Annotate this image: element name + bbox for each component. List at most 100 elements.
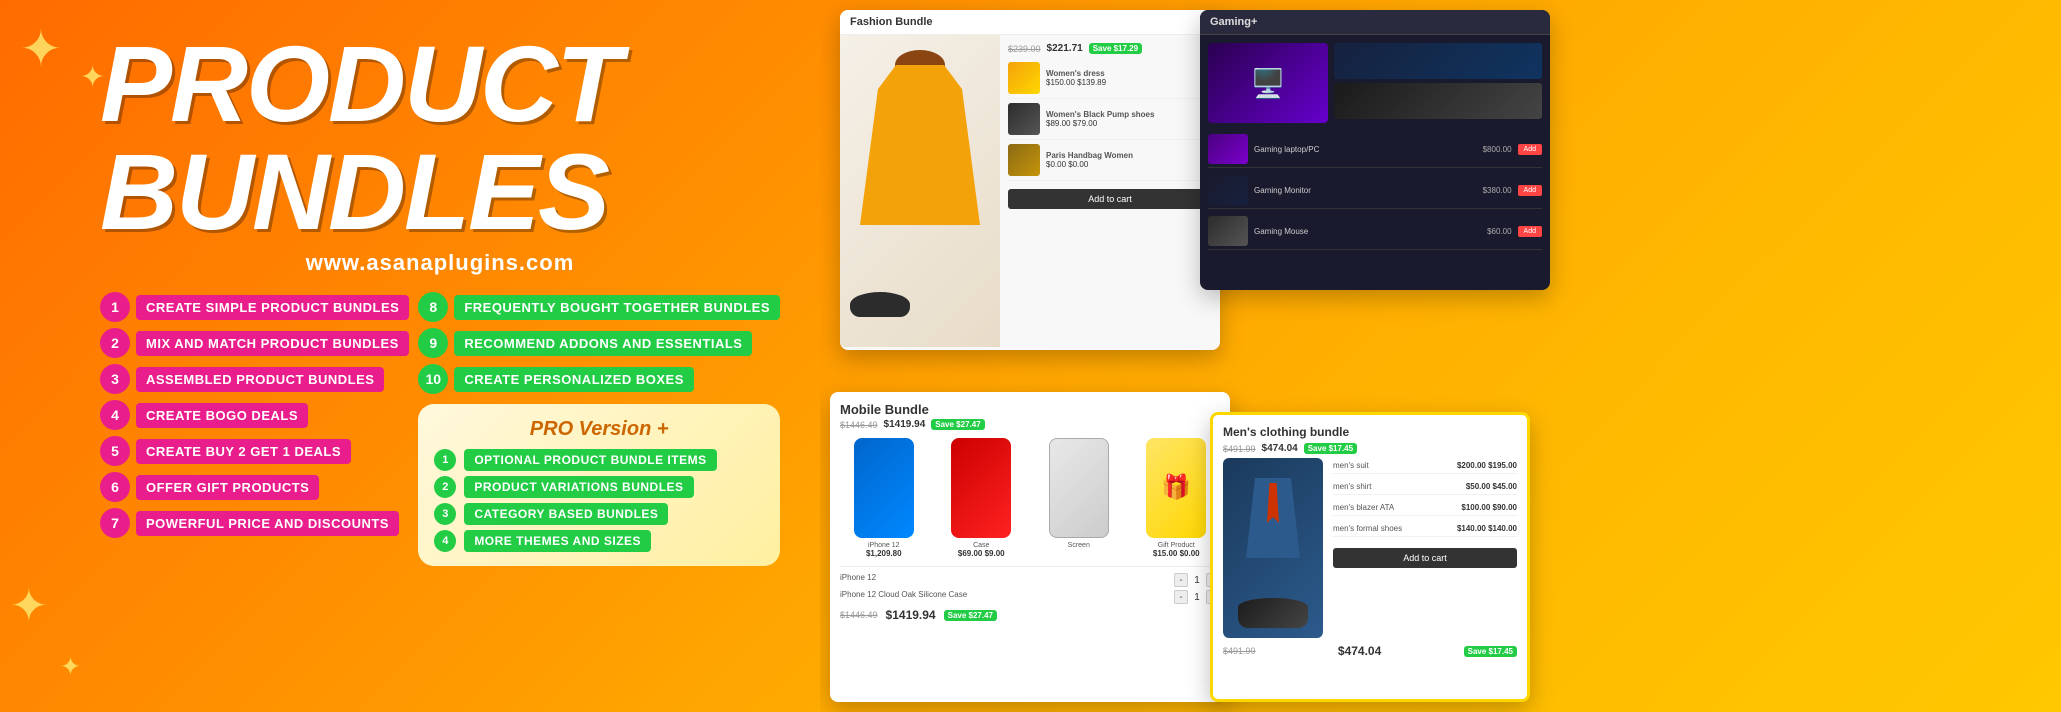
- pro-label-3: CATEGORY BASED BUNDLES: [464, 503, 668, 525]
- shoes-decoration: [850, 292, 910, 317]
- pro-number-2: 2: [434, 476, 456, 498]
- pro-label-2: PRODUCT VARIATIONS BUNDLES: [464, 476, 693, 498]
- feature-item-10: 10 CREATE PERSONALIZED BOXES: [418, 364, 780, 394]
- mobile-total-old: $1446.49: [840, 610, 878, 620]
- screenshots-area: Fashion Bundle $239.00 $221.71 Save $17.…: [820, 0, 2061, 712]
- feature-number-2: 2: [100, 328, 130, 358]
- features-wrapper: 1 CREATE SIMPLE PRODUCT BUNDLES 2 MIX AN…: [100, 292, 780, 566]
- gaming-add-btn-1[interactable]: Add: [1518, 144, 1542, 155]
- right-features-column: 8 FREQUENTLY BOUGHT TOGETHER BUNDLES 9 R…: [418, 292, 780, 566]
- mobile-inner: Mobile Bundle $1446.49 $1419.94 Save $27…: [830, 392, 1230, 632]
- feature-label-5: CREATE BUY 2 GET 1 DEALS: [136, 439, 351, 464]
- feature-label-2: MIX AND MATCH PRODUCT BUNDLES: [136, 331, 409, 356]
- gaming-product-3-price: $60.00: [1487, 227, 1511, 236]
- feature-number-3: 3: [100, 364, 130, 394]
- mens-footer-old: $491.99: [1223, 646, 1256, 656]
- mens-item-3-name: men's blazer ATA: [1333, 503, 1394, 512]
- gaming-image-1: 🖥️: [1208, 43, 1328, 123]
- fashion-product-2-name: Women's Black Pump shoes: [1046, 110, 1212, 119]
- gaming-add-btn-3[interactable]: Add: [1518, 226, 1542, 237]
- mens-inner: Men's clothing bundle $491.99 $474.04 Sa…: [1213, 415, 1527, 668]
- mens-item-3-price: $100.00 $90.00: [1461, 503, 1517, 512]
- fashion-details: $239.00 $221.71 Save $17.29 Women's dres…: [1000, 35, 1220, 347]
- gaming-product-2: Gaming Monitor $380.00 Add: [1208, 172, 1542, 209]
- mens-items-list: men's suit $200.00 $195.00 men's shirt $…: [1333, 458, 1517, 638]
- mens-visuals: [1223, 458, 1323, 638]
- gaming-products-list: Gaming laptop/PC $800.00 Add Gaming Moni…: [1208, 131, 1542, 250]
- phone-blue-visual: [854, 438, 914, 538]
- gaming-monitor-img: [1334, 43, 1542, 79]
- mens-item-4-name: men's formal shoes: [1333, 524, 1402, 533]
- fashion-add-to-cart-button[interactable]: Add to cart: [1008, 189, 1212, 209]
- qty-value-2: 1: [1191, 592, 1203, 603]
- gift-label: Gift Product: [1133, 542, 1221, 549]
- mobile-total-new: $1419.94: [886, 608, 936, 622]
- gaming-bundle-title: Gaming+: [1210, 16, 1257, 28]
- feature-label-4: CREATE BOGO DEALS: [136, 403, 308, 428]
- mobile-original-price: $1446.49: [840, 420, 878, 430]
- mens-item-3: men's blazer ATA $100.00 $90.00: [1333, 500, 1517, 516]
- fashion-product-2: Women's Black Pump shoes $89.00 $79.00: [1008, 99, 1212, 140]
- mobile-bundle-card: Mobile Bundle $1446.49 $1419.94 Save $27…: [830, 392, 1230, 702]
- gaming-product-1: Gaming laptop/PC $800.00 Add: [1208, 131, 1542, 168]
- fashion-product-1-info: Women's dress $150.00 $139.89: [1046, 69, 1212, 87]
- mobile-item-row-1: iPhone 12 - 1 +: [840, 573, 1220, 587]
- mens-add-to-cart-button[interactable]: Add to cart: [1333, 548, 1517, 568]
- mens-item-1-name: men's suit: [1333, 461, 1369, 470]
- mens-footer-row: $491.99 $474.04 Save $17.45: [1223, 644, 1517, 658]
- pro-number-3: 3: [434, 503, 456, 525]
- phone-item-2: Case $69.00 $9.00: [938, 438, 1026, 558]
- qty-minus-2[interactable]: -: [1174, 590, 1188, 604]
- gaming-img-2: [1208, 175, 1248, 205]
- fashion-price-row: $239.00 $221.71 Save $17.29: [1008, 43, 1212, 54]
- phone-3-label: Screen: [1035, 542, 1123, 549]
- pro-features-list: 1 OPTIONAL PRODUCT BUNDLE ITEMS 2 PRODUC…: [434, 449, 764, 552]
- fashion-product-3-info: Paris Handbag Women $0.00 $0.00: [1046, 151, 1212, 169]
- feature-item-6: 6 OFFER GIFT PRODUCTS: [100, 472, 418, 502]
- feature-number-7: 7: [100, 508, 130, 538]
- gaming-add-btn-2[interactable]: Add: [1518, 185, 1542, 196]
- feature-number-9: 9: [418, 328, 448, 358]
- pro-label-4: MORE THEMES AND SIZES: [464, 530, 651, 552]
- qty-minus-1[interactable]: -: [1174, 573, 1188, 587]
- gaming-product-2-price: $380.00: [1483, 186, 1512, 195]
- gaming-sub-images: [1334, 43, 1542, 123]
- feature-item-5: 5 CREATE BUY 2 GET 1 DEALS: [100, 436, 418, 466]
- gift-item-phone: 🎁 Gift Product $15.00 $0.00: [1133, 438, 1221, 558]
- fashion-original-price: $239.00: [1008, 44, 1041, 54]
- feature-item-2: 2 MIX AND MATCH PRODUCT BUNDLES: [100, 328, 418, 358]
- feature-number-4: 4: [100, 400, 130, 430]
- phone-1-label: iPhone 12: [840, 542, 928, 549]
- fashion-bundle-card: Fashion Bundle $239.00 $221.71 Save $17.…: [840, 10, 1220, 350]
- main-title: PRODUCT BUNDLES: [100, 30, 780, 246]
- fashion-product-3: Paris Handbag Women $0.00 $0.00: [1008, 140, 1212, 181]
- fashion-bundle-title: Fashion Bundle: [850, 16, 933, 28]
- suit-visual: [1223, 458, 1323, 638]
- fashion-product-1-price: $150.00 $139.89: [1046, 78, 1212, 87]
- mobile-item-row-2: iPhone 12 Cloud Oak Silicone Case - 1 +: [840, 590, 1220, 604]
- pro-label-1: OPTIONAL PRODUCT BUNDLE ITEMS: [464, 449, 716, 471]
- left-content: PRODUCT BUNDLES www.asanaplugins.com 1 C…: [0, 0, 820, 712]
- gaming-main-images: 🖥️: [1208, 43, 1542, 123]
- mens-footer-badge: Save $17.45: [1464, 646, 1517, 657]
- mobile-total-row: $1446.49 $1419.94 Save $27.47: [840, 608, 1220, 622]
- mens-content: men's suit $200.00 $195.00 men's shirt $…: [1223, 458, 1517, 638]
- left-features-column: 1 CREATE SIMPLE PRODUCT BUNDLES 2 MIX AN…: [100, 292, 418, 538]
- dress-decoration: [860, 65, 980, 225]
- fashion-bundle-header: Fashion Bundle: [840, 10, 1220, 35]
- gaming-bundle-header: Gaming+: [1200, 10, 1550, 35]
- mens-item-4-price: $140.00 $140.00: [1457, 524, 1517, 533]
- gift-visual: 🎁: [1146, 438, 1206, 538]
- mobile-bundle-title: Mobile Bundle: [840, 402, 1220, 417]
- feature-number-8: 8: [418, 292, 448, 322]
- fashion-product-1-name: Women's dress: [1046, 69, 1212, 78]
- fashion-image: [840, 35, 1000, 347]
- fashion-product-2-price: $89.00 $79.00: [1046, 119, 1212, 128]
- feature-label-9: RECOMMEND ADDONS AND ESSENTIALS: [454, 331, 752, 356]
- feature-item-4: 4 CREATE BOGO DEALS: [100, 400, 418, 430]
- website-url: www.asanaplugins.com: [100, 250, 780, 276]
- feature-label-1: CREATE SIMPLE PRODUCT BUNDLES: [136, 295, 409, 320]
- mobile-badge: Save $27.47: [931, 419, 984, 430]
- mobile-item-1-name: iPhone 12: [840, 573, 876, 587]
- fashion-product-1: Women's dress $150.00 $139.89: [1008, 58, 1212, 99]
